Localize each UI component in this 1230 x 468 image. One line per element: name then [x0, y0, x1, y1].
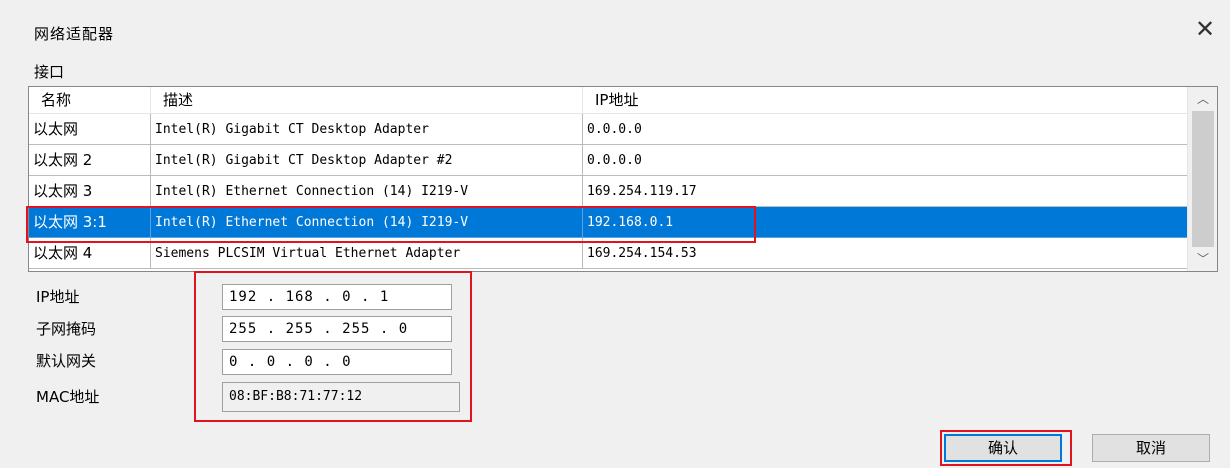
column-header-name[interactable]: 名称 [29, 87, 151, 114]
scroll-thumb[interactable] [1192, 111, 1214, 247]
scroll-down-icon[interactable]: ﹀ [1188, 249, 1217, 269]
row-ip: 0.0.0.0 [583, 114, 1187, 145]
interface-list[interactable]: 名称 描述 IP地址 以太网 Intel(R) Gigabit CT Deskt… [28, 86, 1218, 272]
row-ip: 0.0.0.0 [583, 145, 1187, 176]
close-icon[interactable]: ✕ [1194, 17, 1216, 41]
column-header-ip[interactable]: IP地址 [583, 87, 1187, 114]
row-name: 以太网 3 [29, 176, 151, 207]
dialog-title: 网络适配器 [34, 25, 115, 43]
row-description: Intel(R) Gigabit CT Desktop Adapter #2 [151, 145, 583, 176]
address-fields-highlight-box [194, 271, 472, 422]
table-row[interactable]: 以太网 Intel(R) Gigabit CT Desktop Adapter … [29, 114, 1187, 145]
row-description: Intel(R) Ethernet Connection (14) I219-V [151, 176, 583, 207]
row-description: Intel(R) Gigabit CT Desktop Adapter [151, 114, 583, 145]
table-row[interactable]: 以太网 2 Intel(R) Gigabit CT Desktop Adapte… [29, 145, 1187, 176]
ip-address-label: IP地址 [36, 288, 80, 306]
row-ip: 169.254.119.17 [583, 176, 1187, 207]
list-header: 名称 描述 IP地址 [29, 87, 1187, 114]
default-gateway-label: 默认网关 [36, 352, 97, 370]
row-name: 以太网 2 [29, 145, 151, 176]
subnet-mask-label: 子网掩码 [36, 320, 97, 338]
row-name: 以太网 [29, 114, 151, 145]
scroll-up-icon[interactable]: ︿ [1188, 89, 1217, 109]
mac-address-label: MAC地址 [36, 388, 100, 406]
ok-button-highlight-box [940, 430, 1072, 466]
vertical-scrollbar[interactable]: ︿ ﹀ [1187, 87, 1217, 271]
cancel-button[interactable]: 取消 [1092, 434, 1210, 462]
selected-row-highlight-box [26, 206, 756, 243]
interface-group-label: 接口 [34, 63, 65, 81]
table-row[interactable]: 以太网 3 Intel(R) Ethernet Connection (14) … [29, 176, 1187, 207]
column-header-description[interactable]: 描述 [151, 87, 583, 114]
